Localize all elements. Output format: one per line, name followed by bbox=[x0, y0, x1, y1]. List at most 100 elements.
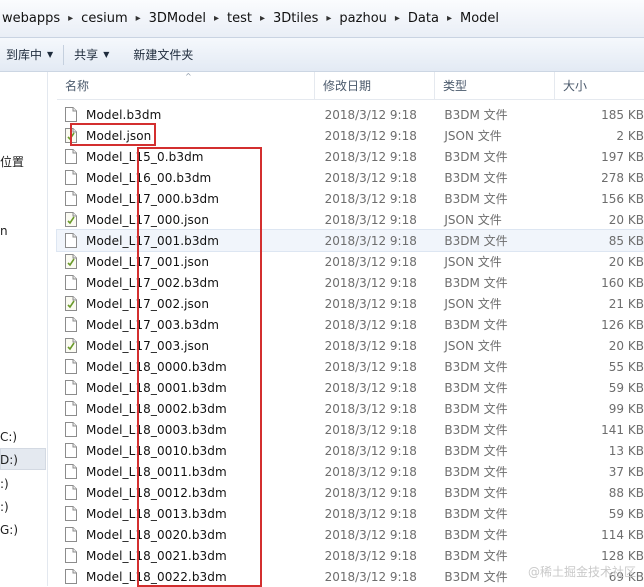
breadcrumb-item[interactable]: Data bbox=[408, 11, 439, 26]
file-type: B3DM 文件 bbox=[444, 150, 508, 164]
file-name-cell[interactable]: Model.json bbox=[57, 128, 311, 143]
file-row[interactable]: Model_L18_0020.b3dm 2018/3/12 9:18 B3DM 文件… bbox=[57, 524, 644, 545]
file-row[interactable]: Model_L17_001.json 2018/3/12 9:18 JSON 文件 2… bbox=[57, 251, 644, 272]
breadcrumb-item[interactable]: 3DModel bbox=[149, 11, 206, 26]
file-row[interactable]: Model_L18_0013.b3dm 2018/3/12 9:18 B3DM 文件… bbox=[57, 503, 644, 524]
file-name-cell[interactable]: Model_L17_001.b3dm bbox=[57, 233, 311, 248]
file-type: JSON 文件 bbox=[444, 297, 502, 311]
share-button[interactable]: 共享 ▼ bbox=[68, 42, 115, 68]
file-name: Model_L18_0022.b3dm bbox=[86, 569, 227, 584]
file-date: 2018/3/12 9:18 bbox=[324, 359, 417, 374]
file-name-cell[interactable]: Model_L18_0012.b3dm bbox=[57, 485, 311, 500]
file-row[interactable]: Model_L17_000.json 2018/3/12 9:18 JSON 文件 2… bbox=[57, 209, 644, 230]
nav-item-n[interactable]: n bbox=[0, 224, 8, 238]
file-icon bbox=[65, 485, 77, 500]
file-row[interactable]: Model_L18_0000.b3dm 2018/3/12 9:18 B3DM 文件… bbox=[57, 356, 644, 377]
file-type: B3DM 文件 bbox=[444, 171, 508, 185]
breadcrumb-separator-icon[interactable]: ▸ bbox=[326, 13, 331, 24]
file-row[interactable]: Model_L18_0001.b3dm 2018/3/12 9:18 B3DM 文件… bbox=[57, 377, 644, 398]
file-name-cell[interactable]: Model_L16_00.b3dm bbox=[57, 170, 311, 185]
column-header-type[interactable]: 类型 bbox=[435, 72, 555, 100]
file-row[interactable]: Model_L17_001.b3dm 2018/3/12 9:18 B3DM 文件 8… bbox=[56, 229, 644, 252]
column-header-size[interactable]: 大小 bbox=[555, 72, 644, 100]
file-row[interactable]: Model_L17_002.json 2018/3/12 9:18 JSON 文件 2… bbox=[57, 293, 644, 314]
breadcrumb-item[interactable]: test bbox=[227, 11, 252, 26]
file-type: B3DM 文件 bbox=[444, 276, 508, 290]
file-date: 2018/3/12 9:18 bbox=[324, 569, 417, 584]
breadcrumb[interactable]: webapps ▸ cesium ▸ 3DModel ▸ test ▸ 3Dtiles ▸ pazh… bbox=[2, 11, 499, 26]
file-name-cell[interactable]: Model_L17_003.json bbox=[57, 338, 311, 353]
breadcrumb-separator-icon[interactable]: ▸ bbox=[68, 13, 73, 24]
file-name-cell[interactable]: Model_L18_0022.b3dm bbox=[57, 569, 311, 584]
file-row[interactable]: Model_L17_003.b3dm 2018/3/12 9:18 B3DM 文件 1… bbox=[57, 314, 644, 335]
file-name-cell[interactable]: Model_L17_003.b3dm bbox=[57, 317, 311, 332]
breadcrumb-item[interactable]: cesium bbox=[81, 11, 127, 26]
file-name-cell[interactable]: Model_L18_0021.b3dm bbox=[57, 548, 311, 563]
file-name-cell[interactable]: Model_L18_0000.b3dm bbox=[57, 359, 311, 374]
file-row[interactable]: Model_L18_0003.b3dm 2018/3/12 9:18 B3DM 文件… bbox=[57, 419, 644, 440]
new-folder-button[interactable]: 新建文件夹 bbox=[127, 42, 199, 68]
column-header-date[interactable]: 修改日期 bbox=[315, 72, 435, 100]
file-row[interactable]: Model_L18_0002.b3dm 2018/3/12 9:18 B3DM 文件… bbox=[57, 398, 644, 419]
nav-drive-g[interactable]: G:) bbox=[0, 523, 18, 537]
file-name-cell[interactable]: Model.b3dm bbox=[57, 107, 311, 122]
nav-drive-d[interactable]: D:) bbox=[0, 453, 18, 467]
file-name-cell[interactable]: Model_L18_0013.b3dm bbox=[57, 506, 311, 521]
file-row[interactable]: Model_L15_0.b3dm 2018/3/12 9:18 B3DM 文件 197… bbox=[57, 146, 644, 167]
file-name-cell[interactable]: Model_L18_0001.b3dm bbox=[57, 380, 311, 395]
file-date: 2018/3/12 9:18 bbox=[324, 254, 417, 269]
file-row[interactable]: Model_L16_00.b3dm 2018/3/12 9:18 B3DM 文件 27… bbox=[57, 167, 644, 188]
file-size: 20 KB bbox=[608, 338, 644, 353]
breadcrumb-item[interactable]: webapps bbox=[2, 11, 60, 26]
breadcrumb-separator-icon[interactable]: ▸ bbox=[260, 13, 265, 24]
file-name-cell[interactable]: Model_L17_002.b3dm bbox=[57, 275, 311, 290]
breadcrumb-separator-icon[interactable]: ▸ bbox=[395, 13, 400, 24]
json-file-icon bbox=[65, 128, 77, 143]
include-in-library-button[interactable]: 到库中 ▼ bbox=[0, 42, 59, 68]
file-row[interactable]: Model_L18_0012.b3dm 2018/3/12 9:18 B3DM 文件… bbox=[57, 482, 644, 503]
file-name-cell[interactable]: Model_L18_0003.b3dm bbox=[57, 422, 311, 437]
file-row[interactable]: Model.b3dm 2018/3/12 9:18 B3DM 文件 185 KB bbox=[57, 104, 644, 125]
nav-drive-c[interactable]: C:) bbox=[0, 430, 17, 444]
breadcrumb-separator-icon[interactable]: ▸ bbox=[447, 13, 452, 24]
breadcrumb-separator-icon[interactable]: ▸ bbox=[136, 13, 141, 24]
nav-item-location[interactable]: 位置 bbox=[0, 153, 24, 170]
file-date: 2018/3/12 9:18 bbox=[324, 317, 417, 332]
file-name-cell[interactable]: Model_L18_0002.b3dm bbox=[57, 401, 311, 416]
file-name: Model_L17_000.json bbox=[86, 212, 210, 227]
file-name: Model_L18_0000.b3dm bbox=[86, 359, 227, 374]
file-date: 2018/3/12 9:18 bbox=[324, 212, 417, 227]
address-bar[interactable]: webapps ▸ cesium ▸ 3DModel ▸ test ▸ 3Dtiles ▸ pazh… bbox=[0, 0, 644, 38]
file-row[interactable]: Model_L17_003.json 2018/3/12 9:18 JSON 文件 2… bbox=[57, 335, 644, 356]
nav-drive-f[interactable]: :) bbox=[0, 500, 9, 514]
file-name-cell[interactable]: Model_L18_0010.b3dm bbox=[57, 443, 311, 458]
file-type: B3DM 文件 bbox=[444, 465, 508, 479]
json-file-icon bbox=[65, 254, 77, 269]
chevron-down-icon: ▼ bbox=[103, 50, 110, 59]
file-name-cell[interactable]: Model_L15_0.b3dm bbox=[57, 149, 311, 164]
file-row[interactable]: Model.json 2018/3/12 9:18 JSON 文件 2 KB bbox=[57, 125, 644, 146]
breadcrumb-separator-icon[interactable]: ▸ bbox=[214, 13, 219, 24]
breadcrumb-item[interactable]: Model bbox=[460, 11, 499, 26]
file-name-cell[interactable]: Model_L17_000.json bbox=[57, 212, 311, 227]
file-row[interactable]: Model_L18_0010.b3dm 2018/3/12 9:18 B3DM 文件… bbox=[57, 440, 644, 461]
nav-drive-e[interactable]: :) bbox=[0, 477, 9, 491]
file-icon bbox=[65, 317, 77, 332]
file-name-cell[interactable]: Model_L18_0020.b3dm bbox=[57, 527, 311, 542]
column-header-name[interactable]: 名称 ^ bbox=[57, 72, 315, 100]
file-name-cell[interactable]: Model_L17_001.json bbox=[57, 254, 311, 269]
file-row[interactable]: Model_L17_002.b3dm 2018/3/12 9:18 B3DM 文件 1… bbox=[57, 272, 644, 293]
file-name-cell[interactable]: Model_L17_002.json bbox=[57, 296, 311, 311]
file-icon bbox=[65, 380, 77, 395]
file-name-cell[interactable]: Model_L18_0011.b3dm bbox=[57, 464, 311, 479]
json-file-icon bbox=[65, 338, 77, 353]
breadcrumb-item[interactable]: pazhou bbox=[339, 11, 386, 26]
file-row[interactable]: Model_L18_0011.b3dm 2018/3/12 9:18 B3DM 文件… bbox=[57, 461, 644, 482]
file-icon bbox=[65, 527, 77, 542]
file-size: 141 KB bbox=[601, 422, 644, 437]
breadcrumb-item[interactable]: 3Dtiles bbox=[273, 11, 318, 26]
file-date: 2018/3/12 9:18 bbox=[324, 422, 417, 437]
file-row[interactable]: Model_L17_000.b3dm 2018/3/12 9:18 B3DM 文件 1… bbox=[57, 188, 644, 209]
file-date: 2018/3/12 9:18 bbox=[324, 338, 417, 353]
file-name-cell[interactable]: Model_L17_000.b3dm bbox=[57, 191, 311, 206]
